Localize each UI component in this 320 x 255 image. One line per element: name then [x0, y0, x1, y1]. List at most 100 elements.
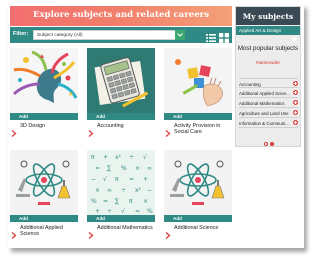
chevron-right-icon — [11, 124, 17, 142]
add-bar[interactable]: Add — [164, 113, 232, 127]
subject-title: Additional Science — [174, 225, 219, 231]
subject-image-accounting — [87, 48, 155, 113]
carousel-pager — [264, 133, 276, 151]
subject-image-3d-design — [10, 48, 78, 113]
thumbs-up-icon — [166, 114, 171, 127]
subject-image-applied-science — [10, 150, 78, 215]
add-label: Add — [173, 216, 182, 221]
popular-title: Most popular subjects — [237, 45, 299, 52]
subject-image-activity-provision — [164, 48, 232, 113]
add-label: Add — [96, 216, 105, 221]
subject-card[interactable]: Add Additional Science — [164, 150, 232, 242]
svg-text:π: π — [91, 154, 95, 161]
popular-item[interactable]: Information & Communi... — [239, 118, 298, 128]
saved-subject-item[interactable]: Applied Art & Design — [236, 26, 300, 41]
page-title: Explore subjects and related careers — [32, 10, 210, 20]
popular-item-label: Accounting — [239, 81, 261, 87]
subject-card[interactable]: Add Activity Provision in Social Care — [164, 48, 232, 140]
svg-text:√: √ — [121, 208, 125, 215]
thumbs-up-icon — [89, 216, 94, 229]
add-bar[interactable]: Add — [87, 113, 155, 127]
svg-text:=: = — [95, 165, 100, 172]
svg-text:%: % — [121, 165, 127, 172]
subject-image-science — [164, 150, 232, 215]
add-circle-icon[interactable] — [293, 100, 298, 105]
subject-category-value: Subject category (All) — [37, 32, 83, 38]
add-label: Add — [173, 114, 182, 119]
add-bar[interactable]: Add — [10, 215, 78, 229]
svg-text:÷: ÷ — [107, 208, 112, 215]
saved-subject-label: Applied Art & Design — [239, 28, 282, 33]
add-circle-icon[interactable] — [293, 90, 298, 95]
pager-dot[interactable] — [264, 142, 268, 146]
popular-item[interactable]: Additional Mathematics — [239, 98, 298, 108]
filter-bar: Filter: Subject category (All) — [10, 27, 232, 43]
popular-item-label: Additional Mathematics — [239, 100, 285, 106]
popular-item-label: Agriculture and Land Use — [239, 110, 289, 116]
add-circle-icon[interactable] — [293, 120, 298, 125]
subject-card[interactable]: Add 3D Design — [10, 48, 78, 140]
svg-text:%: % — [91, 198, 97, 205]
svg-text:÷: ÷ — [129, 154, 134, 161]
popular-list: Accounting Additional Applied Scien... A… — [239, 78, 298, 128]
subject-title: Activity Provision in Social Care — [174, 123, 221, 136]
chevron-right-icon — [88, 226, 94, 244]
thumbs-up-icon — [166, 216, 171, 229]
list-view-icon[interactable] — [206, 30, 216, 42]
add-label: Add — [19, 216, 28, 221]
svg-text:×: × — [135, 165, 140, 172]
chevron-right-icon — [165, 226, 171, 244]
chevron-down-icon[interactable] — [175, 30, 185, 40]
explore-panel: Explore subjects and related careers Fil… — [10, 6, 232, 242]
thumbs-up-icon[interactable] — [292, 28, 297, 46]
thumbs-up-icon — [12, 114, 17, 127]
add-circle-icon[interactable] — [293, 81, 298, 86]
popular-item-label: Additional Applied Scien... — [239, 90, 290, 96]
svg-text:=: = — [103, 198, 108, 205]
svg-text:=: = — [135, 208, 140, 215]
svg-text:−: − — [91, 176, 96, 183]
svg-text:∞: ∞ — [107, 187, 112, 194]
subject-card[interactable]: Add Additional Applied Science — [10, 150, 78, 242]
popular-item[interactable]: Additional Applied Scien... — [239, 88, 298, 98]
svg-text:+: + — [143, 176, 148, 183]
svg-text:×: × — [143, 198, 148, 205]
svg-text:+: + — [103, 154, 108, 161]
svg-text:√: √ — [143, 154, 147, 161]
thumbs-up-icon — [12, 216, 17, 229]
popular-item[interactable]: Agriculture and Land Use — [239, 108, 298, 118]
grid-view-icon[interactable] — [219, 30, 229, 43]
svg-text:x²: x² — [135, 187, 142, 194]
subject-card[interactable]: Add Accounting — [87, 48, 155, 140]
subject-title: Additional Applied Science — [20, 225, 63, 238]
svg-text:π: π — [129, 198, 133, 205]
subject-card[interactable]: π + x² ÷ √ = ∑% × ∞ − √ π = + × ∞ ÷ x² − % = ∑ π × + ÷ √ =% Ad… — [87, 150, 155, 242]
popular-subtitle: Nationwide — [256, 61, 280, 66]
svg-text:+: + — [95, 208, 100, 215]
subject-title: Additional Mathematics — [97, 225, 153, 231]
add-bar[interactable]: Add — [164, 215, 232, 229]
filter-label: Filter: — [13, 31, 29, 37]
svg-text:×: × — [95, 187, 100, 194]
pager-dot-active[interactable] — [270, 142, 274, 146]
popular-item-label: Information & Communi... — [239, 120, 289, 126]
popular-item[interactable]: Accounting — [239, 78, 298, 88]
page: Explore subjects and related careers Fil… — [8, 4, 304, 248]
svg-text:∞: ∞ — [147, 165, 152, 172]
svg-text:∑: ∑ — [115, 198, 119, 205]
add-bar[interactable]: Add — [10, 113, 78, 127]
subject-category-select[interactable]: Subject category (All) — [33, 30, 185, 40]
chevron-right-icon — [11, 226, 17, 244]
svg-text:÷: ÷ — [121, 187, 126, 194]
sidebar-header: My subjects — [236, 7, 300, 25]
add-bar[interactable]: Add — [87, 215, 155, 229]
svg-text:x²: x² — [115, 154, 122, 161]
my-subjects-sidebar: My subjects Applied Art & Design Most po… — [235, 6, 301, 147]
svg-text:π: π — [115, 176, 119, 183]
add-circle-icon[interactable] — [293, 110, 298, 115]
subject-image-mathematics: π + x² ÷ √ = ∑% × ∞ − √ π = + × ∞ ÷ x² − % = ∑ π × + ÷ √ =% — [87, 150, 155, 215]
subject-title: Accounting — [97, 123, 124, 129]
chevron-right-icon — [165, 124, 171, 142]
thumbs-up-icon — [89, 114, 94, 127]
svg-text:%: % — [147, 208, 153, 215]
